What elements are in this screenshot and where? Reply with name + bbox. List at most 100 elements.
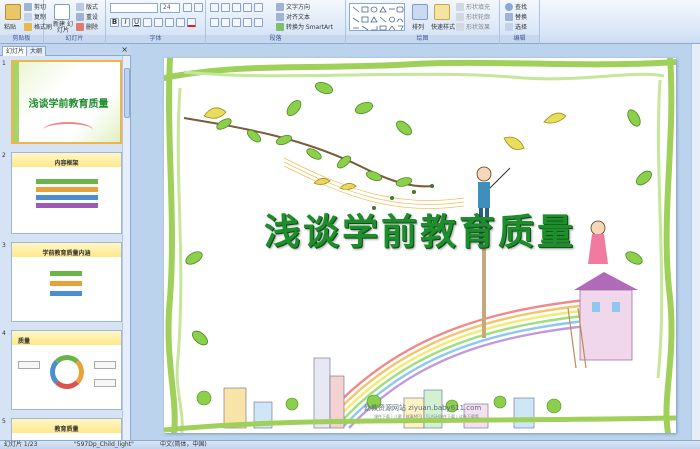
align-right-icon[interactable] bbox=[232, 18, 241, 27]
numbering-icon[interactable] bbox=[221, 3, 230, 12]
italic-icon[interactable]: I bbox=[121, 18, 130, 27]
increase-indent-icon[interactable] bbox=[243, 3, 252, 12]
tab-slides[interactable]: 幻灯片 bbox=[2, 46, 29, 56]
thumb-number: 1 bbox=[2, 60, 6, 67]
line-spacing-icon[interactable] bbox=[254, 3, 263, 12]
align-text-icon bbox=[276, 12, 284, 21]
font-group: 24 B I U 字体 bbox=[106, 0, 206, 44]
thumb-bar bbox=[50, 281, 82, 286]
paste-button[interactable]: 粘贴 bbox=[4, 22, 16, 31]
select-button[interactable]: 选择 bbox=[505, 22, 527, 31]
drawing-group: 排列 快速样式 形状填充 形状轮廓 形状效果 绘图 bbox=[346, 0, 500, 44]
clipboard-label: 剪贴板 bbox=[0, 35, 43, 43]
thumb-title: 教育质量 bbox=[54, 426, 79, 433]
font-size-field[interactable]: 24 bbox=[160, 3, 180, 13]
bold-icon[interactable]: B bbox=[110, 18, 119, 27]
slide-thumb-3[interactable]: 学前教育质量内涵 bbox=[11, 242, 122, 322]
cut-button[interactable]: 剪切 bbox=[24, 2, 46, 11]
reset-icon bbox=[76, 12, 84, 21]
paragraph-label: 段落 bbox=[206, 35, 345, 43]
select-icon bbox=[505, 22, 513, 31]
watermark-subtext: 课件下载 | 儿歌 | 故事MP3 | FLASH课件下载 | 试卷下载等 bbox=[374, 414, 479, 419]
thumb-number: 4 bbox=[2, 330, 6, 337]
replace-button[interactable]: 替换 bbox=[505, 12, 527, 21]
slide-title[interactable]: 浅谈学前教育质量 bbox=[164, 203, 676, 255]
thumb-box bbox=[94, 379, 116, 387]
shapes-gallery[interactable] bbox=[349, 3, 405, 31]
delete-slide-button[interactable]: 删除 bbox=[76, 22, 98, 31]
font-color-icon[interactable] bbox=[187, 18, 196, 27]
slide-thumb-4[interactable]: 质量 bbox=[11, 330, 122, 410]
new-slide-icon[interactable] bbox=[54, 4, 70, 20]
close-icon[interactable]: × bbox=[121, 45, 128, 54]
change-case-icon[interactable] bbox=[176, 18, 185, 27]
slides-group: 新建 幻灯片 版式 重设 删除 幻灯片 bbox=[44, 0, 106, 44]
layout-icon bbox=[76, 2, 84, 11]
copy-button[interactable]: 复制 bbox=[24, 12, 46, 21]
align-text-button[interactable]: 对齐文本 bbox=[276, 12, 310, 21]
find-icon bbox=[505, 2, 513, 11]
font-label: 字体 bbox=[106, 35, 205, 43]
thumb-number: 5 bbox=[2, 418, 6, 425]
thumb-box bbox=[18, 361, 40, 369]
slide-1[interactable]: 浅谈学前教育质量 幼教资源网站 ziyuan.baby611.com 课件下载 … bbox=[164, 58, 676, 433]
decrease-indent-icon[interactable] bbox=[232, 3, 241, 12]
grow-font-icon[interactable] bbox=[183, 3, 192, 12]
editing-label: 编辑 bbox=[500, 35, 539, 43]
find-button[interactable]: 查找 bbox=[505, 2, 527, 11]
thumb-cycle-diagram bbox=[50, 355, 84, 389]
convert-smartart-button[interactable]: 转换为 SmartArt bbox=[276, 22, 333, 31]
char-spacing-icon[interactable] bbox=[165, 18, 174, 27]
slide-thumb-1[interactable]: 浅谈学前教育质量 bbox=[11, 60, 122, 144]
shape-fill-button[interactable]: 形状填充 bbox=[456, 2, 490, 11]
paste-icon[interactable] bbox=[5, 4, 21, 20]
columns-icon[interactable] bbox=[254, 18, 263, 27]
clipboard-group: 粘贴 剪切 复制 格式刷 剪贴板 bbox=[0, 0, 52, 44]
thumb-number: 3 bbox=[2, 242, 6, 249]
thumb-bar bbox=[36, 179, 98, 184]
effects-icon bbox=[456, 22, 464, 31]
pane-scrollbar[interactable] bbox=[122, 56, 130, 440]
theme-name: "597Dp_Child_light" bbox=[74, 441, 134, 448]
justify-icon[interactable] bbox=[243, 18, 252, 27]
watermark-text: 幼教资源网站 ziyuan.baby611.com bbox=[364, 404, 482, 412]
shrink-font-icon[interactable] bbox=[194, 3, 203, 12]
slides-pane: 幻灯片 大纲 × 1 浅谈学前教育质量 2 内容框架 3 学前教育质量内涵 4 … bbox=[0, 44, 131, 440]
pane-scroll-thumb[interactable] bbox=[124, 68, 130, 118]
copy-icon bbox=[24, 12, 32, 21]
bullets-icon[interactable] bbox=[210, 3, 219, 12]
new-slide-button[interactable]: 新建 幻灯片 bbox=[52, 22, 74, 34]
arrange-icon[interactable] bbox=[412, 4, 428, 20]
slides-label: 幻灯片 bbox=[44, 35, 105, 43]
align-left-icon[interactable] bbox=[210, 18, 219, 27]
slide-thumb-2[interactable]: 内容框架 bbox=[11, 152, 122, 234]
align-center-icon[interactable] bbox=[221, 18, 230, 27]
shadow-icon[interactable] bbox=[154, 18, 163, 27]
underline-icon[interactable]: U bbox=[132, 18, 141, 27]
thumb-bar bbox=[36, 203, 98, 208]
drawing-label: 绘图 bbox=[346, 35, 499, 43]
tab-outline[interactable]: 大纲 bbox=[26, 46, 47, 56]
layout-button[interactable]: 版式 bbox=[76, 2, 98, 11]
reset-button[interactable]: 重设 bbox=[76, 12, 98, 21]
slide-thumb-5[interactable]: 教育质量 bbox=[11, 418, 122, 440]
thumb-title: 内容框架 bbox=[54, 160, 79, 167]
ribbon: 粘贴 剪切 复制 格式刷 剪贴板 新建 幻灯片 版式 重设 删除 幻灯片 24 … bbox=[0, 0, 700, 44]
thumb-bar bbox=[50, 271, 82, 276]
language: 中文(简体，中国) bbox=[160, 441, 207, 448]
scissors-icon bbox=[24, 2, 32, 11]
main-scrollbar[interactable] bbox=[691, 44, 700, 440]
shape-effects-button[interactable]: 形状效果 bbox=[456, 22, 490, 31]
quick-styles-button[interactable]: 快速样式 bbox=[431, 22, 455, 31]
thumb-rainbow bbox=[43, 122, 93, 138]
strikethrough-icon[interactable] bbox=[143, 18, 152, 27]
font-name-field[interactable] bbox=[110, 3, 158, 13]
brush-icon bbox=[24, 22, 32, 31]
shape-outline-button[interactable]: 形状轮廓 bbox=[456, 12, 490, 21]
thumb-vine-border bbox=[13, 62, 19, 142]
arrange-button[interactable]: 排列 bbox=[412, 22, 424, 31]
paragraph-group: 文字方向 对齐文本 转换为 SmartArt 段落 bbox=[206, 0, 346, 44]
text-direction-button[interactable]: 文字方向 bbox=[276, 2, 310, 11]
quick-styles-icon[interactable] bbox=[434, 4, 450, 20]
pane-tabs: 幻灯片 大纲 × bbox=[0, 44, 131, 56]
